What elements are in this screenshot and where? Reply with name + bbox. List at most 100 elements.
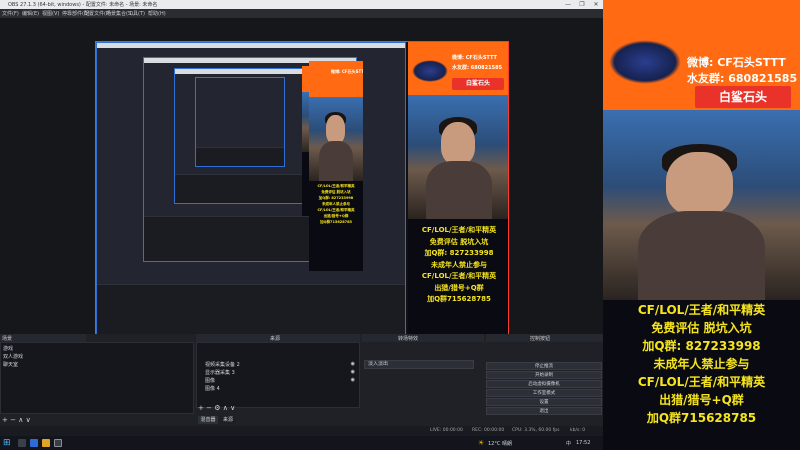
- scene-item[interactable]: 聊天室: [3, 361, 18, 368]
- remove-source-button[interactable]: −: [206, 404, 212, 412]
- sources-header: 来源: [196, 334, 360, 342]
- minimize-button[interactable]: —: [561, 0, 575, 9]
- add-scene-button[interactable]: +: [2, 416, 8, 424]
- stream-panel-name-badge: 白鲨石头: [452, 78, 504, 90]
- menu-view[interactable]: 视图(V): [42, 10, 59, 17]
- nested-panel-camera: [309, 96, 363, 181]
- preview-area[interactable]: 微博: CF石头STTT CF/LOL/王者/和平精英 免费评估 脱坑入坑 加Q…: [0, 18, 603, 352]
- maximize-button[interactable]: ❐: [575, 0, 589, 9]
- menu-edit[interactable]: 编辑(E): [22, 10, 39, 17]
- sources-toolbar: + − ⚙ ∧ ∨: [198, 404, 235, 412]
- search-icon[interactable]: [18, 439, 26, 447]
- scenes-title: 场景: [2, 336, 13, 342]
- captured-screen: 微博: CF石头STTT CF/LOL/王者/和平精英 免费评估 脱坑入坑 加Q…: [96, 42, 406, 351]
- live-status: LIVE: 00:00:00: [430, 428, 463, 433]
- exit-button[interactable]: 退出: [486, 407, 602, 415]
- nested-panel-body: [318, 141, 354, 181]
- nested-stream-panel: 微博: CF石头STTT CF/LOL/王者/和平精英 免费评估 脱坑入坑 加Q…: [309, 61, 363, 271]
- move-source-down-button[interactable]: ∨: [230, 404, 235, 412]
- move-source-up-button[interactable]: ∧: [223, 404, 228, 412]
- settings-button[interactable]: 设置: [486, 398, 602, 406]
- controls-header: 控制按钮: [486, 334, 603, 342]
- white-shark-logo: [412, 60, 448, 82]
- stream-info-line-5: CF/LOL/王者/和平精英: [421, 272, 497, 281]
- transitions-title: 转场特效: [398, 336, 419, 342]
- ime-indicator[interactable]: 中: [566, 440, 571, 447]
- studio-mode-button[interactable]: 工作室模式: [486, 389, 602, 397]
- windows-start-icon[interactable]: ⊞: [3, 438, 11, 448]
- big-fans: 水友群: 680821585: [687, 72, 798, 85]
- virtual-camera-button[interactable]: 启动虚拟摄像机: [486, 380, 602, 388]
- source-settings-icon[interactable]: ⚙: [214, 404, 220, 412]
- stream-panel-body: [426, 160, 492, 220]
- source-item[interactable]: 视频采集设备 2: [205, 361, 240, 368]
- vertical-stream-overlay: 微博: CF石头STTT 水友群: 680821585 白鲨石头 CF/LOL/…: [603, 0, 800, 450]
- eye-icon[interactable]: ◉: [351, 377, 355, 383]
- source-item[interactable]: 图像 4: [205, 385, 220, 392]
- nested-panel-face: [326, 115, 345, 144]
- status-bar: LIVE: 00:00:00 REC: 00:00:00 CPU: 3.3%, …: [0, 426, 603, 436]
- scene-item[interactable]: 双人游戏: [3, 353, 23, 360]
- move-scene-up-button[interactable]: ∧: [18, 416, 23, 424]
- nested-weibo: 微博: CF石头STTT: [331, 69, 363, 74]
- scene-item[interactable]: 游戏: [3, 345, 13, 352]
- eye-icon[interactable]: ◉: [351, 369, 355, 375]
- preview-canvas[interactable]: 微博: CF石头STTT CF/LOL/王者/和平精英 免费评估 脱坑入坑 加Q…: [95, 41, 509, 352]
- menu-help[interactable]: 帮助(H): [148, 10, 166, 17]
- controls-title: 控制按钮: [530, 336, 551, 342]
- menu-file[interactable]: 文件(F): [2, 10, 19, 17]
- windows-taskbar: ⊞ ☀ 12°C 晴朗 中 17:52: [0, 436, 603, 450]
- stream-panel: 微博: CF石头STTT 水友群: 680821585 白鲨石头 CF/LOL/…: [408, 42, 508, 351]
- stream-panel-weibo: 微博: CF石头STTT: [452, 55, 497, 61]
- stream-panel-fans: 水友群: 680821585: [452, 65, 503, 71]
- big-info-line-2: 免费评估 脱坑入坑: [651, 321, 752, 335]
- edge-icon[interactable]: [30, 439, 38, 447]
- big-panel-body: [638, 210, 765, 300]
- big-stream-panel: 微博: CF石头STTT 水友群: 680821585 白鲨石头 CF/LOL/…: [603, 0, 800, 450]
- transitions-header: 转场特效: [362, 334, 484, 342]
- eye-icon[interactable]: ◉: [351, 361, 355, 367]
- big-white-shark-logo: [609, 40, 681, 84]
- obs-window: OBS 27.1.3 (64-bit, windows) - 配置文件: 未命名…: [0, 0, 603, 436]
- scenes-list[interactable]: 游戏 双人游戏 聊天室: [0, 342, 194, 414]
- stream-info-line-1: CF/LOL/王者/和平精英: [421, 226, 497, 235]
- big-panel-face: [666, 151, 733, 217]
- stream-info-line-3: 加Q群: 827233998: [424, 249, 494, 258]
- bitrate-status: kb/s: 0: [570, 428, 586, 433]
- stream-info-line-4: 未成年人禁止参与: [431, 260, 487, 269]
- window-title: OBS 27.1.3 (64-bit, windows) - 配置文件: 未命名…: [8, 2, 158, 8]
- nested-info-line-1: CF/LOL/王者/和平精英: [317, 183, 355, 188]
- title-bar: OBS 27.1.3 (64-bit, windows) - 配置文件: 未命名…: [0, 0, 603, 9]
- clock[interactable]: 17:52: [576, 440, 590, 446]
- source-item[interactable]: 显示器采集 3: [205, 369, 235, 376]
- stream-panel-camera: [408, 94, 508, 220]
- source-item[interactable]: 图像: [205, 377, 215, 384]
- big-info-line-6: 出猎/猎号+Q群: [659, 393, 744, 407]
- tab-mixer[interactable]: 混音器: [198, 416, 218, 424]
- weather-icon: ☀: [478, 439, 485, 447]
- close-button[interactable]: ✕: [589, 0, 603, 9]
- captured-screen-4: [195, 77, 285, 167]
- big-info-line-3: 加Q群: 827233998: [642, 339, 761, 353]
- stop-streaming-button[interactable]: 停止推流: [486, 362, 602, 370]
- big-panel-camera: [603, 110, 800, 300]
- add-source-button[interactable]: +: [198, 404, 204, 412]
- tab-sources[interactable]: 来源: [220, 416, 236, 424]
- folder-icon[interactable]: [42, 439, 50, 447]
- rec-status: REC: 00:00:00: [472, 428, 505, 433]
- sources-list[interactable]: 视频采集设备 2 显示器采集 3 图像 图像 4 ◉ ◉ ◉: [196, 342, 360, 408]
- remove-scene-button[interactable]: −: [10, 416, 16, 424]
- obs-icon[interactable]: [54, 439, 62, 447]
- stream-panel-top: 微博: CF石头STTT 水友群: 680821585 白鲨石头: [408, 42, 508, 95]
- big-info-line-1: CF/LOL/王者/和平精英: [637, 303, 766, 317]
- start-recording-button[interactable]: 开始录制: [486, 371, 602, 379]
- stream-info-line-6: 出猎/猎号+Q群: [434, 283, 484, 292]
- captured-screen-3: [174, 68, 314, 204]
- sources-title: 来源: [270, 336, 281, 342]
- big-info-line-7: 加Q群715628785: [646, 411, 757, 425]
- nested-panel-top: 微博: CF石头STTT: [309, 61, 363, 97]
- transition-select[interactable]: 淡入淡出: [364, 360, 474, 369]
- big-info-line-4: 未成年人禁止参与: [653, 357, 750, 371]
- move-scene-down-button[interactable]: ∨: [26, 416, 31, 424]
- menu-tools[interactable]: 工具(T): [128, 10, 145, 17]
